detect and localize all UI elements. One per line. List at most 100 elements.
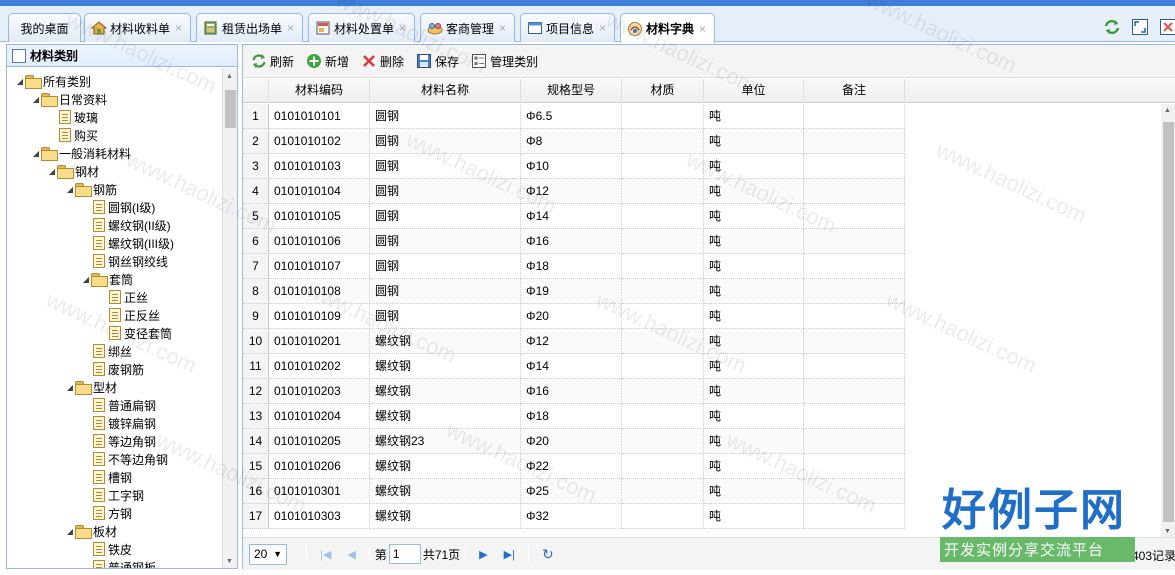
- table-cell[interactable]: Φ12: [521, 329, 622, 354]
- table-cell[interactable]: [804, 254, 905, 279]
- table-cell[interactable]: [622, 129, 704, 154]
- tab-material-dictionary[interactable]: 材料字典 ×: [620, 13, 715, 43]
- table-cell[interactable]: 圆钢: [370, 229, 521, 254]
- table-cell[interactable]: Φ25: [521, 479, 622, 504]
- table-cell[interactable]: 圆钢: [370, 154, 521, 179]
- table-cell[interactable]: 螺纹钢: [370, 479, 521, 504]
- table-cell[interactable]: 0101010203: [269, 379, 370, 404]
- table-cell[interactable]: [622, 279, 704, 304]
- table-cell[interactable]: 0101010106: [269, 229, 370, 254]
- table-cell[interactable]: Φ8: [521, 129, 622, 154]
- table-cell[interactable]: 0101010202: [269, 354, 370, 379]
- table-row[interactable]: 2 0101010102 圆钢 Φ8 吨: [243, 129, 905, 154]
- table-cell[interactable]: Φ18: [521, 254, 622, 279]
- tree-node[interactable]: ◢ 一般消耗材料: [31, 144, 131, 162]
- table-cell[interactable]: Φ32: [521, 504, 622, 529]
- table-cell[interactable]: 吨: [704, 129, 804, 154]
- close-icon[interactable]: ×: [399, 21, 406, 35]
- table-cell[interactable]: [804, 154, 905, 179]
- table-cell[interactable]: 圆钢: [370, 129, 521, 154]
- fullscreen-icon[interactable]: [1131, 18, 1149, 36]
- table-cell[interactable]: [622, 229, 704, 254]
- next-page-icon[interactable]: ▶: [479, 548, 487, 561]
- column-header[interactable]: 单位: [704, 79, 804, 103]
- table-cell[interactable]: [804, 429, 905, 454]
- table-cell[interactable]: Φ18: [521, 404, 622, 429]
- tree-node[interactable]: ◢ 所有类别: [15, 72, 91, 90]
- table-cell[interactable]: [804, 129, 905, 154]
- tree-node[interactable]: 普通钢板: [81, 558, 156, 568]
- tree-node[interactable]: ◢ 板材: [65, 522, 117, 540]
- table-row[interactable]: 10 0101010201 螺纹钢 Φ12 吨: [243, 329, 905, 354]
- close-window-icon[interactable]: [1159, 18, 1175, 36]
- grid-scrollbar[interactable]: ▲ ▼: [1161, 104, 1175, 537]
- tab-merchant-management[interactable]: 客商管理 ×: [420, 13, 515, 42]
- expand-arrow-icon[interactable]: ◢: [81, 275, 91, 284]
- table-cell[interactable]: 0101010104: [269, 179, 370, 204]
- page-size-select[interactable]: 20 ▼: [249, 543, 287, 565]
- table-cell[interactable]: Φ20: [521, 304, 622, 329]
- tree-node[interactable]: 槽钢: [81, 468, 132, 486]
- table-cell[interactable]: [804, 229, 905, 254]
- table-row[interactable]: 9 0101010109 圆钢 Φ20 吨: [243, 304, 905, 329]
- table-cell[interactable]: [622, 404, 704, 429]
- table-cell[interactable]: Φ10: [521, 154, 622, 179]
- expand-arrow-icon[interactable]: ◢: [47, 167, 57, 176]
- tree-node[interactable]: 变径套筒: [97, 324, 172, 342]
- table-cell[interactable]: 螺纹钢: [370, 354, 521, 379]
- tree-node[interactable]: 螺纹钢(III级): [81, 234, 174, 252]
- table-row[interactable]: 11 0101010202 螺纹钢 Φ14 吨: [243, 354, 905, 379]
- table-cell[interactable]: 吨: [704, 329, 804, 354]
- table-cell[interactable]: 吨: [704, 479, 804, 504]
- table-cell[interactable]: [804, 479, 905, 504]
- table-cell[interactable]: 吨: [704, 404, 804, 429]
- table-cell[interactable]: [622, 354, 704, 379]
- close-icon[interactable]: ×: [287, 21, 294, 35]
- tree-node[interactable]: 螺纹钢(II级): [81, 216, 171, 234]
- close-icon[interactable]: ×: [499, 21, 506, 35]
- table-cell[interactable]: [804, 304, 905, 329]
- expand-arrow-icon[interactable]: ◢: [65, 527, 75, 536]
- table-cell[interactable]: 吨: [704, 304, 804, 329]
- save-button[interactable]: 保存: [416, 53, 459, 70]
- tab-desktop[interactable]: 我的桌面: [8, 13, 81, 42]
- table-cell[interactable]: 圆钢: [370, 279, 521, 304]
- refresh-button[interactable]: 刷新: [251, 53, 294, 70]
- table-cell[interactable]: [622, 454, 704, 479]
- table-cell[interactable]: Φ16: [521, 379, 622, 404]
- page-number-input[interactable]: 1: [388, 544, 421, 564]
- close-icon[interactable]: ×: [175, 21, 182, 35]
- table-cell[interactable]: Φ20: [521, 429, 622, 454]
- table-cell[interactable]: 圆钢: [370, 179, 521, 204]
- table-cell[interactable]: 0101010105: [269, 204, 370, 229]
- tree-node[interactable]: ◢ 型材: [65, 378, 117, 396]
- reload-icon[interactable]: ↻: [542, 546, 554, 563]
- table-cell[interactable]: 0101010109: [269, 304, 370, 329]
- manage-category-button[interactable]: 管理类别: [471, 53, 538, 70]
- table-cell[interactable]: 吨: [704, 104, 804, 129]
- table-cell[interactable]: [622, 104, 704, 129]
- table-cell[interactable]: 0101010303: [269, 504, 370, 529]
- table-cell[interactable]: 圆钢: [370, 254, 521, 279]
- tab-project-info[interactable]: 项目信息 ×: [520, 13, 615, 42]
- table-row[interactable]: 16 0101010301 螺纹钢 Φ25 吨: [243, 479, 905, 504]
- table-cell[interactable]: 螺纹钢: [370, 329, 521, 354]
- expand-arrow-icon[interactable]: ◢: [15, 77, 25, 86]
- tree-node[interactable]: 正丝: [97, 288, 148, 306]
- table-cell[interactable]: 吨: [704, 279, 804, 304]
- table-cell[interactable]: [622, 379, 704, 404]
- table-cell[interactable]: Φ16: [521, 229, 622, 254]
- add-button[interactable]: 新增: [306, 53, 349, 70]
- table-cell[interactable]: 吨: [704, 254, 804, 279]
- table-cell[interactable]: [804, 104, 905, 129]
- table-row[interactable]: 12 0101010203 螺纹钢 Φ16 吨: [243, 379, 905, 404]
- table-cell[interactable]: [622, 179, 704, 204]
- table-cell[interactable]: 吨: [704, 154, 804, 179]
- table-cell[interactable]: 0101010101: [269, 104, 370, 129]
- tab-material-receipt[interactable]: 材料收料单 ×: [84, 13, 191, 42]
- table-cell[interactable]: 吨: [704, 429, 804, 454]
- table-cell[interactable]: 圆钢: [370, 304, 521, 329]
- table-cell[interactable]: [804, 504, 905, 529]
- table-row[interactable]: 7 0101010107 圆钢 Φ18 吨: [243, 254, 905, 279]
- close-icon[interactable]: ×: [699, 22, 706, 36]
